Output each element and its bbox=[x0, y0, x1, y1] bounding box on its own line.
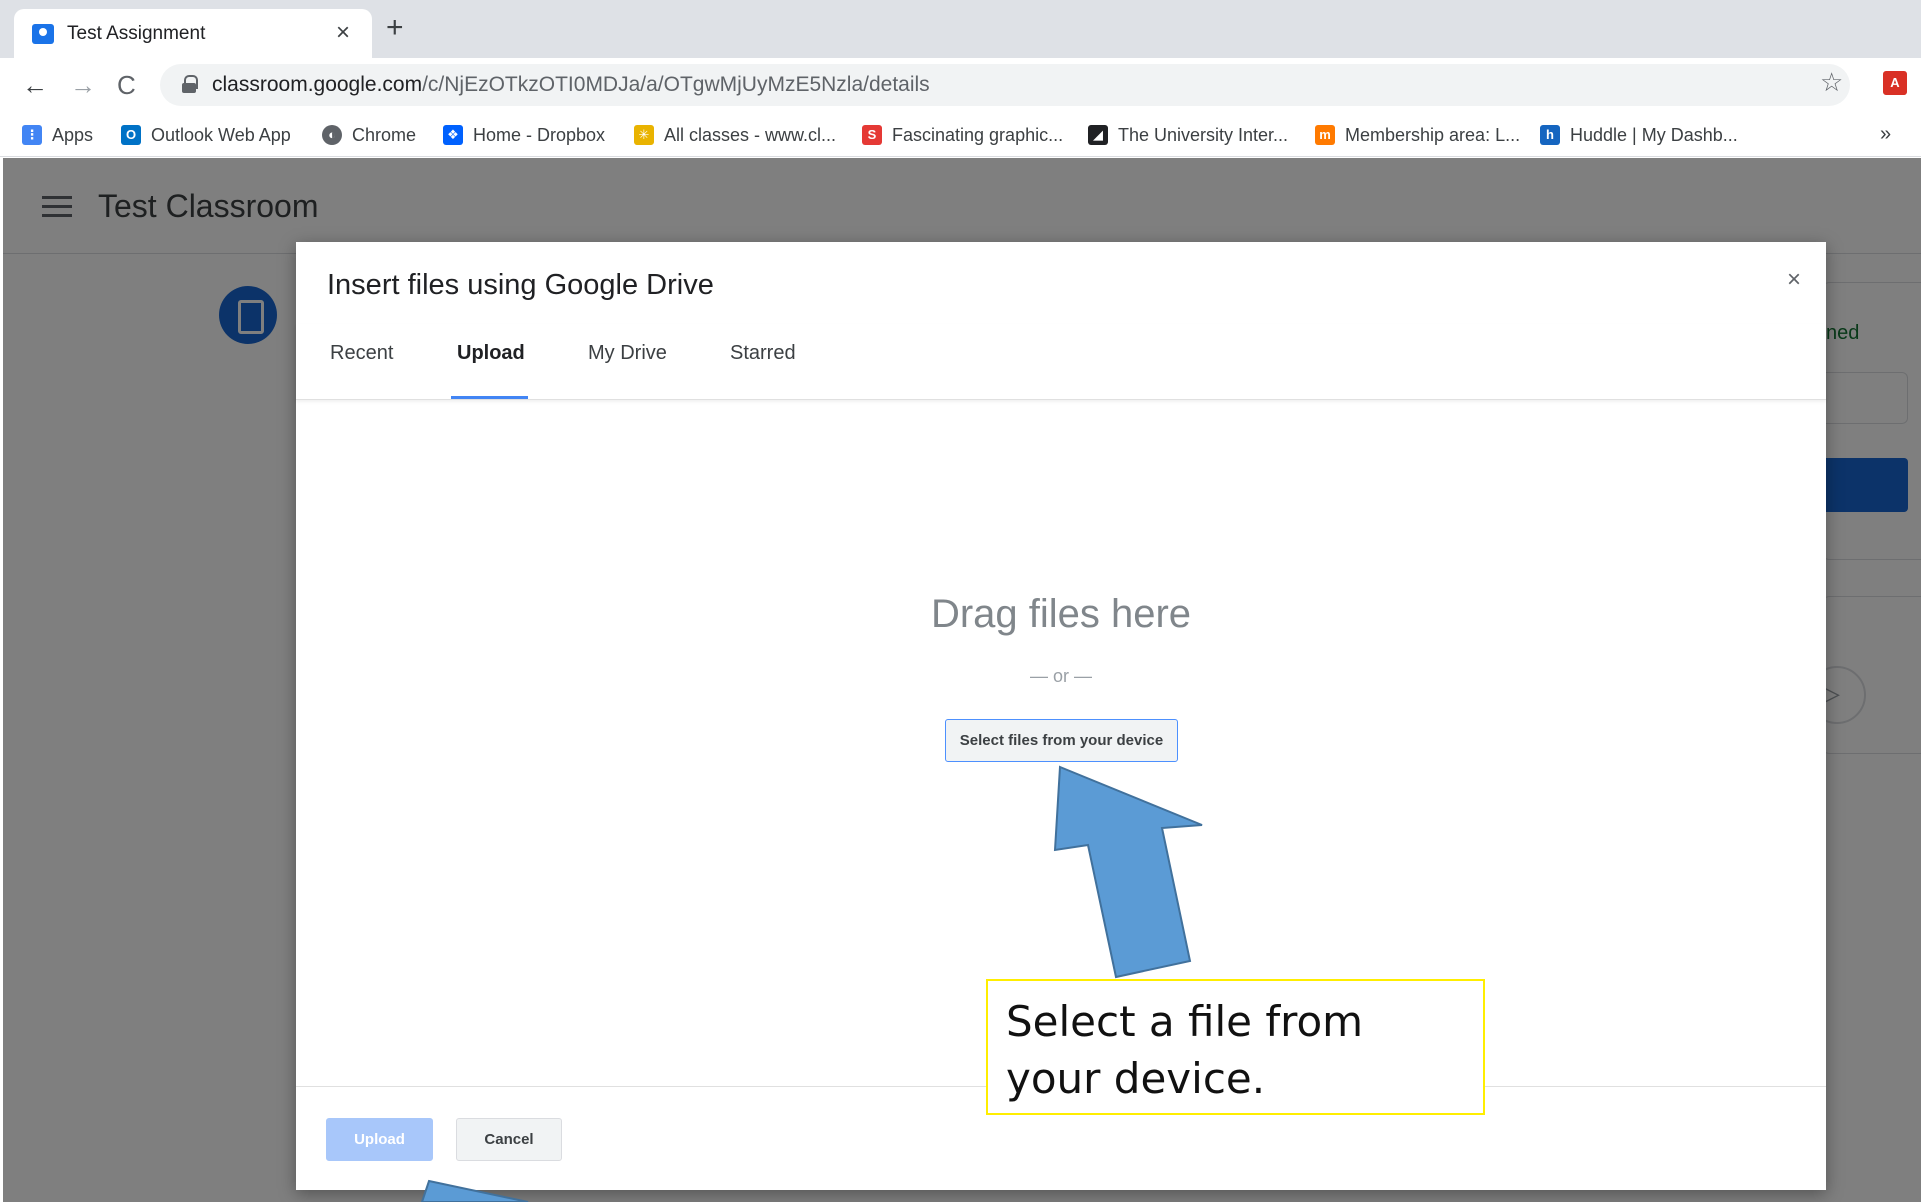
bookmark-apps[interactable]: ⋮ Apps bbox=[22, 121, 93, 149]
bookmark-label: Chrome bbox=[352, 124, 417, 145]
url-omnibox[interactable]: classroom.google.com/c/NjEzOTkzOTI0MDJa/… bbox=[160, 64, 1850, 106]
cancel-button[interactable]: Cancel bbox=[456, 1118, 562, 1161]
bookmark-label: All classes - www.cl... bbox=[664, 124, 837, 145]
bookmark-star-icon[interactable]: ☆ bbox=[1820, 67, 1843, 98]
tab-starred[interactable]: Starred bbox=[730, 342, 796, 365]
new-tab-button[interactable]: + bbox=[386, 13, 404, 43]
drag-files-text: Drag files here bbox=[930, 592, 1192, 636]
or-divider-text: — or — bbox=[1029, 666, 1092, 686]
classroom-favicon-icon bbox=[32, 24, 54, 44]
bookmark-label: Membership area: L... bbox=[1345, 124, 1521, 145]
bookmark-label: Huddle | My Dashb... bbox=[1570, 124, 1738, 145]
s-logo-icon: S bbox=[862, 125, 882, 145]
address-bar-row: ← → C classroom.google.com/c/NjEzOTkzOTI… bbox=[0, 58, 1921, 113]
bookmark-membership[interactable]: m Membership area: L... bbox=[1315, 121, 1520, 149]
chrome-icon: ◐ bbox=[322, 125, 342, 145]
bookmark-chrome[interactable]: ◐ Chrome bbox=[322, 121, 416, 149]
extension-icon[interactable]: A bbox=[1883, 71, 1907, 95]
bookmark-huddle[interactable]: h Huddle | My Dashb... bbox=[1540, 121, 1738, 149]
bookmark-label: The University Inter... bbox=[1118, 124, 1289, 145]
lock-icon[interactable] bbox=[182, 75, 198, 93]
bookmark-dropbox[interactable]: ❖ Home - Dropbox bbox=[443, 121, 605, 149]
apps-grid-icon: ⋮ bbox=[22, 125, 42, 145]
instruction-callout: Select a file from your device. bbox=[986, 979, 1485, 1115]
classes-icon: ✳ bbox=[634, 125, 654, 145]
dropbox-icon: ❖ bbox=[443, 125, 463, 145]
browser-tab-strip: Test Assignment × + bbox=[0, 0, 1921, 58]
forward-arrow-icon[interactable]: → bbox=[70, 70, 96, 101]
bookmarks-overflow-icon[interactable]: » bbox=[1880, 123, 1891, 146]
dialog-title: Insert files using Google Drive bbox=[327, 269, 714, 301]
picker-tabs: Recent Upload My Drive Starred bbox=[296, 324, 1826, 400]
url-text[interactable]: classroom.google.com/c/NjEzOTkzOTI0MDJa/… bbox=[212, 73, 930, 97]
select-files-button[interactable]: Select files from your device bbox=[945, 719, 1178, 762]
bookmark-outlook[interactable]: O Outlook Web App bbox=[121, 121, 291, 149]
bookmark-fascinating[interactable]: S Fascinating graphic... bbox=[862, 121, 1063, 149]
tab-my-drive[interactable]: My Drive bbox=[588, 342, 667, 365]
url-host: classroom.google.com bbox=[212, 73, 423, 96]
outlook-icon: O bbox=[121, 125, 141, 145]
university-icon: ◢ bbox=[1088, 125, 1108, 145]
active-tab-indicator bbox=[451, 396, 528, 399]
bookmark-label: Home - Dropbox bbox=[473, 124, 606, 145]
browser-tab[interactable]: Test Assignment × bbox=[14, 9, 372, 58]
upload-button[interactable]: Upload bbox=[326, 1118, 433, 1161]
huddle-icon: h bbox=[1540, 125, 1560, 145]
back-arrow-icon[interactable]: ← bbox=[22, 70, 48, 101]
membership-icon: m bbox=[1315, 125, 1335, 145]
close-icon[interactable]: × bbox=[1787, 266, 1801, 294]
bookmarks-bar: ⋮ Apps O Outlook Web App ◐ Chrome ❖ Home… bbox=[0, 113, 1921, 157]
bookmark-all-classes[interactable]: ✳ All classes - www.cl... bbox=[634, 121, 836, 149]
tab-close-icon[interactable]: × bbox=[336, 19, 350, 47]
bookmark-label: Outlook Web App bbox=[151, 124, 291, 145]
bookmark-label: Apps bbox=[52, 124, 94, 145]
tab-title: Test Assignment bbox=[67, 23, 206, 44]
reload-icon[interactable]: C bbox=[117, 70, 136, 101]
tab-upload[interactable]: Upload bbox=[457, 342, 525, 365]
url-path: /c/NjEzOTkzOTI0MDJa/a/OTgwMjUyMzE5Nzla/d… bbox=[422, 73, 930, 96]
bookmark-university[interactable]: ◢ The University Inter... bbox=[1088, 121, 1288, 149]
bookmark-label: Fascinating graphic... bbox=[892, 124, 1064, 145]
tab-recent[interactable]: Recent bbox=[330, 342, 393, 365]
